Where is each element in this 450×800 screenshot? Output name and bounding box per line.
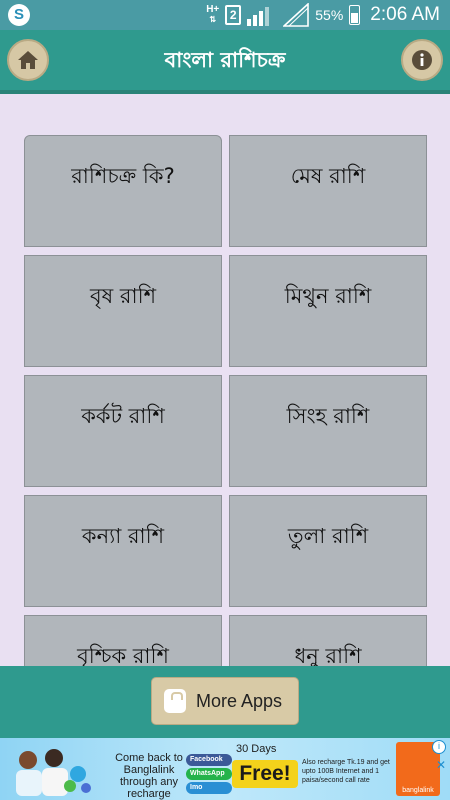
- facebook-pill: Facebook: [186, 754, 232, 766]
- ad-free-badge: Free!: [232, 760, 298, 788]
- more-apps-button[interactable]: More Apps: [151, 677, 299, 725]
- ad-people-image: [16, 749, 91, 796]
- skype-icon: S: [8, 4, 30, 26]
- info-button[interactable]: [401, 39, 443, 81]
- app-bar-divider: [0, 90, 450, 94]
- more-apps-label: More Apps: [196, 690, 283, 711]
- menu-tile-what-is-zodiac[interactable]: রাশিচক্র কি?: [24, 135, 222, 247]
- home-icon: [18, 51, 38, 69]
- menu-grid: রাশিচক্র কি? মেষ রাশি বৃষ রাশি মিথুন রাশ…: [24, 135, 427, 666]
- menu-tile-taurus[interactable]: বৃষ রাশি: [24, 255, 222, 367]
- battery-percent: 55%: [315, 7, 344, 23]
- menu-tile-sagittarius[interactable]: ধনু রাশি: [229, 615, 427, 666]
- clock: 2:06 AM: [370, 4, 440, 25]
- imo-pill: Imo: [186, 782, 232, 794]
- shopping-bag-icon: [164, 689, 186, 713]
- menu-tile-scorpio[interactable]: বৃশ্চিক রাশি: [24, 615, 222, 666]
- whatsapp-pill: WhatsApp: [186, 768, 232, 780]
- info-icon: [412, 50, 432, 70]
- no-signal-sim-icon: [283, 3, 310, 27]
- home-button[interactable]: [7, 39, 49, 81]
- bottom-bar: More Apps: [0, 666, 450, 738]
- network-type: H+ ⇅: [206, 4, 220, 25]
- app-bar: বাংলা রাশিচক্র: [0, 30, 450, 90]
- app-title: বাংলা রাশিচক্র: [164, 48, 286, 72]
- system-indicators: H+ ⇅ 2 55% 2:06 AM: [206, 0, 440, 30]
- adchoices-icon[interactable]: i: [432, 740, 446, 754]
- ad-days: 30 Days: [236, 743, 277, 755]
- menu-tile-libra[interactable]: তুলা রাশি: [229, 495, 427, 607]
- data-arrows-icon: ⇅: [209, 15, 217, 24]
- ad-recharge-text: Also recharge Tk.19 and get upto 100B In…: [302, 759, 390, 784]
- signal-icon: [247, 7, 270, 26]
- menu-tile-gemini[interactable]: মিথুন রাশি: [229, 255, 427, 367]
- menu-tile-virgo[interactable]: কন্যা রাশি: [24, 495, 222, 607]
- status-bar: S H+ ⇅ 2 55% 2:06 AM: [0, 0, 450, 30]
- battery-charging-icon: [349, 5, 361, 25]
- ad-close-icon[interactable]: ✕: [436, 758, 446, 772]
- menu-tile-leo[interactable]: সিংহ রাশি: [229, 375, 427, 487]
- notification-area: S: [8, 4, 30, 26]
- menu-tile-aries[interactable]: মেষ রাশি: [229, 135, 427, 247]
- sim-indicator: 2: [225, 5, 242, 25]
- menu-tile-cancer[interactable]: কর্কট রাশি: [24, 375, 222, 487]
- ad-banner[interactable]: Come back to Banglalink through any rech…: [0, 738, 450, 800]
- ad-app-list: Facebook WhatsApp Imo: [186, 754, 232, 794]
- ad-headline: Come back to Banglalink through any rech…: [115, 752, 183, 800]
